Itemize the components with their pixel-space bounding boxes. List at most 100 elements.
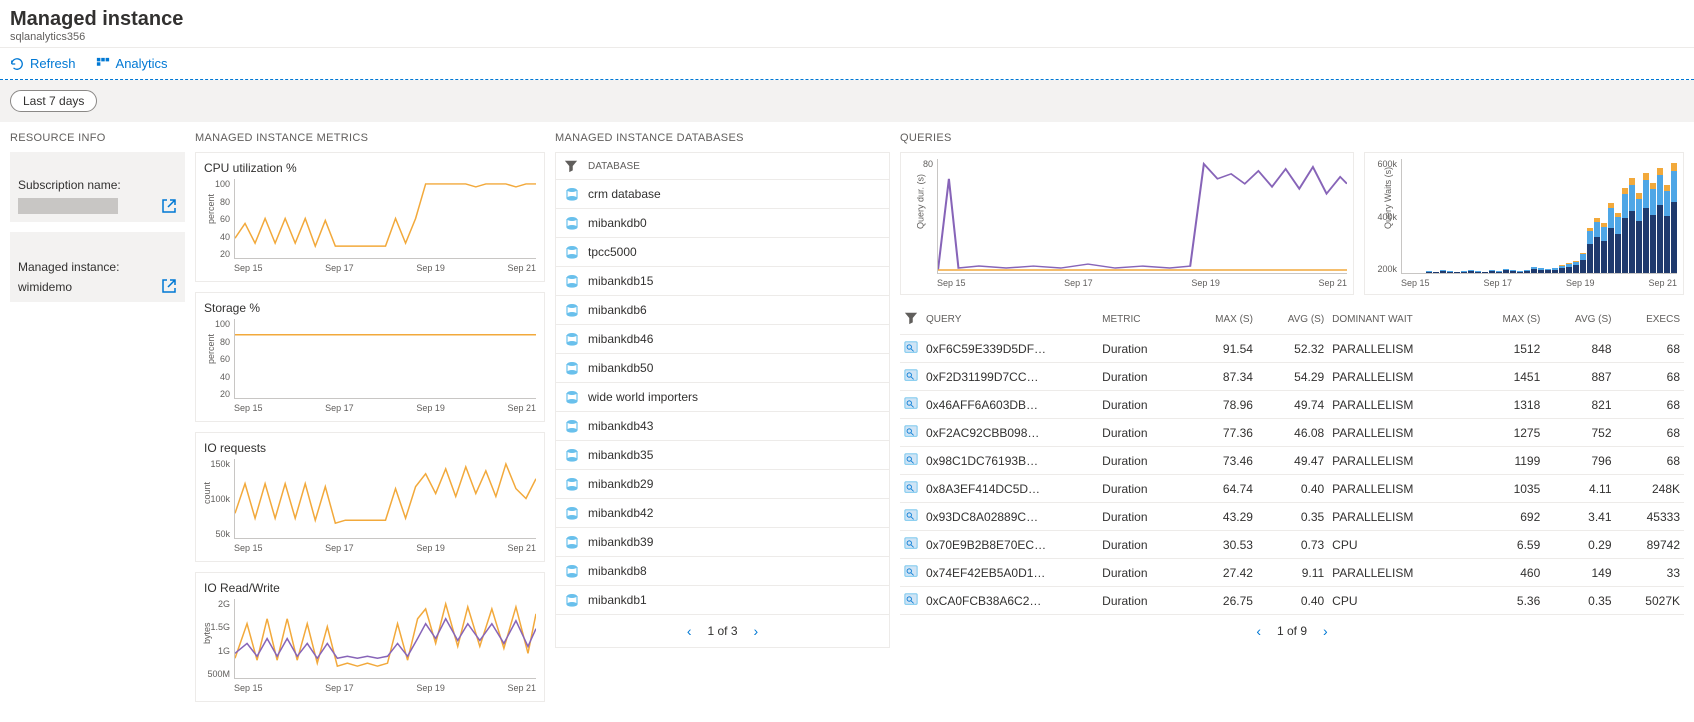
database-name: mibankdb50 xyxy=(588,361,653,375)
query-execs: 68 xyxy=(1616,447,1684,475)
open-external-icon[interactable] xyxy=(161,278,177,294)
query-id: 0xCA0FCB38A6C2… xyxy=(922,587,1098,615)
database-name: mibankdb42 xyxy=(588,506,653,520)
qdur-xaxis: Sep 15Sep 17Sep 19Sep 21 xyxy=(907,278,1347,288)
query-wavg: 4.11 xyxy=(1544,475,1615,503)
query-execs: 45333 xyxy=(1616,503,1684,531)
qwait-plot xyxy=(1401,159,1677,274)
query-row[interactable]: 0xF2D31199D7CC…Duration87.3454.29PARALLE… xyxy=(900,363,1684,391)
queries-title: QUERIES xyxy=(900,132,1684,144)
query-row[interactable]: 0x74EF42EB5A0D1…Duration27.429.11PARALLE… xyxy=(900,559,1684,587)
query-row[interactable]: 0xF2AC92CBB098…Duration77.3646.08PARALLE… xyxy=(900,419,1684,447)
query-row[interactable]: 0xF6C59E339D5DF…Duration91.5452.32PARALL… xyxy=(900,335,1684,363)
cpu-plot xyxy=(234,179,536,259)
database-row[interactable]: mibankdb8 xyxy=(556,557,889,586)
database-icon xyxy=(564,389,580,405)
query-avg: 46.08 xyxy=(1257,419,1328,447)
db-prev-button[interactable]: ‹ xyxy=(687,623,692,639)
database-row[interactable]: mibankdb50 xyxy=(556,354,889,383)
col-query[interactable]: QUERY xyxy=(922,305,1098,335)
col-metric[interactable]: METRIC xyxy=(1098,305,1183,335)
database-row[interactable]: mibankdb42 xyxy=(556,499,889,528)
query-wmax: 1275 xyxy=(1471,419,1544,447)
database-row[interactable]: mibankdb15 xyxy=(556,267,889,296)
filter-icon[interactable] xyxy=(904,311,918,325)
database-row[interactable]: mibankdb39 xyxy=(556,528,889,557)
open-external-icon[interactable] xyxy=(161,198,177,214)
query-max: 30.53 xyxy=(1184,531,1257,559)
query-icon xyxy=(904,480,918,494)
io-chart[interactable]: IO requests count 150k100k50k Sep 15Sep … xyxy=(195,432,545,562)
database-row[interactable]: crm database xyxy=(556,180,889,209)
query-avg: 9.11 xyxy=(1257,559,1328,587)
mi-label: Managed instance: xyxy=(18,260,119,274)
query-max: 91.54 xyxy=(1184,335,1257,363)
query-row[interactable]: 0x46AFF6A603DB…Duration78.9649.74PARALLE… xyxy=(900,391,1684,419)
database-icon xyxy=(564,592,580,608)
query-row[interactable]: 0xCA0FCB38A6C2…Duration26.750.40CPU5.360… xyxy=(900,587,1684,615)
database-row[interactable]: tpcc5000 xyxy=(556,238,889,267)
mi-value: wimidemo xyxy=(18,280,119,294)
query-wavg: 848 xyxy=(1544,335,1615,363)
queries-table: QUERY METRIC MAX (S) AVG (S) DOMINANT WA… xyxy=(900,305,1684,615)
query-row[interactable]: 0x70E9B2B8E70EC…Duration30.530.73CPU6.59… xyxy=(900,531,1684,559)
database-icon xyxy=(564,563,580,579)
query-wmax: 1035 xyxy=(1471,475,1544,503)
queries-prev-button[interactable]: ‹ xyxy=(1256,623,1261,639)
query-execs: 248K xyxy=(1616,475,1684,503)
time-range-bar: Last 7 days xyxy=(0,80,1694,122)
db-next-button[interactable]: › xyxy=(754,623,759,639)
cpu-ylabel: percent xyxy=(206,194,216,224)
database-icon xyxy=(564,331,580,347)
qdur-ylabel: Query dur. (s) xyxy=(916,173,926,228)
db-col-header[interactable]: DATABASE xyxy=(588,161,640,172)
database-row[interactable]: mibankdb29 xyxy=(556,470,889,499)
query-avg: 0.40 xyxy=(1257,587,1328,615)
storage-chart[interactable]: Storage % percent 10080604020 Sep 15Sep … xyxy=(195,292,545,422)
database-row[interactable]: mibankdb46 xyxy=(556,325,889,354)
col-avg[interactable]: AVG (S) xyxy=(1257,305,1328,335)
database-row[interactable]: mibankdb6 xyxy=(556,296,889,325)
query-row[interactable]: 0x98C1DC76193B…Duration73.4649.47PARALLE… xyxy=(900,447,1684,475)
col-wmax[interactable]: MAX (S) xyxy=(1471,305,1544,335)
query-metric: Duration xyxy=(1098,335,1183,363)
database-row[interactable]: wide world importers xyxy=(556,383,889,412)
refresh-button[interactable]: Refresh xyxy=(10,56,76,71)
rw-chart[interactable]: IO Read/Write bytes 2G1.5G1G500M Sep 15S… xyxy=(195,572,545,702)
database-row[interactable]: mibankdb43 xyxy=(556,412,889,441)
managed-instance-card[interactable]: Managed instance: wimidemo xyxy=(10,232,185,302)
subscription-card[interactable]: Subscription name: xyxy=(10,152,185,222)
col-max[interactable]: MAX (S) xyxy=(1184,305,1257,335)
database-row[interactable]: mibankdb1 xyxy=(556,586,889,615)
query-row[interactable]: 0x93DC8A02889C…Duration43.290.35PARALLEL… xyxy=(900,503,1684,531)
col-execs[interactable]: EXECS xyxy=(1616,305,1684,335)
query-max: 73.46 xyxy=(1184,447,1257,475)
cpu-xaxis: Sep 15Sep 17Sep 19Sep 21 xyxy=(204,263,536,273)
query-icon xyxy=(904,564,918,578)
analytics-button[interactable]: Analytics xyxy=(96,56,168,71)
time-range-pill[interactable]: Last 7 days xyxy=(10,90,97,112)
cpu-chart[interactable]: CPU utilization % percent 10080604020 Se… xyxy=(195,152,545,282)
database-row[interactable]: mibankdb35 xyxy=(556,441,889,470)
metrics-column: MANAGED INSTANCE METRICS CPU utilization… xyxy=(195,132,545,712)
query-icon xyxy=(904,536,918,550)
query-metric: Duration xyxy=(1098,503,1183,531)
query-wavg: 0.29 xyxy=(1544,531,1615,559)
col-wavg[interactable]: AVG (S) xyxy=(1544,305,1615,335)
queries-next-button[interactable]: › xyxy=(1323,623,1328,639)
toolbar: Refresh Analytics xyxy=(0,48,1694,80)
resource-info-column: RESOURCE INFO Subscription name: Managed… xyxy=(10,132,185,312)
query-wmax: 1451 xyxy=(1471,363,1544,391)
query-duration-chart[interactable]: Query dur. (s) 80 Sep 15Sep 17Sep 19Sep … xyxy=(900,152,1354,295)
database-row[interactable]: mibankdb0 xyxy=(556,209,889,238)
subscription-label: Subscription name: xyxy=(18,178,121,192)
filter-icon[interactable] xyxy=(564,159,578,173)
main-content: RESOURCE INFO Subscription name: Managed… xyxy=(0,122,1694,722)
query-row[interactable]: 0x8A3EF414DC5D…Duration64.740.40PARALLEL… xyxy=(900,475,1684,503)
subscription-value-redacted xyxy=(18,198,118,214)
query-metric: Duration xyxy=(1098,363,1183,391)
query-waits-chart[interactable]: Query Waits (s) 600k400k200k Sep 15Sep 1… xyxy=(1364,152,1684,295)
col-dwait[interactable]: DOMINANT WAIT xyxy=(1328,305,1471,335)
database-name: mibankdb8 xyxy=(588,564,647,578)
query-wavg: 0.35 xyxy=(1544,587,1615,615)
